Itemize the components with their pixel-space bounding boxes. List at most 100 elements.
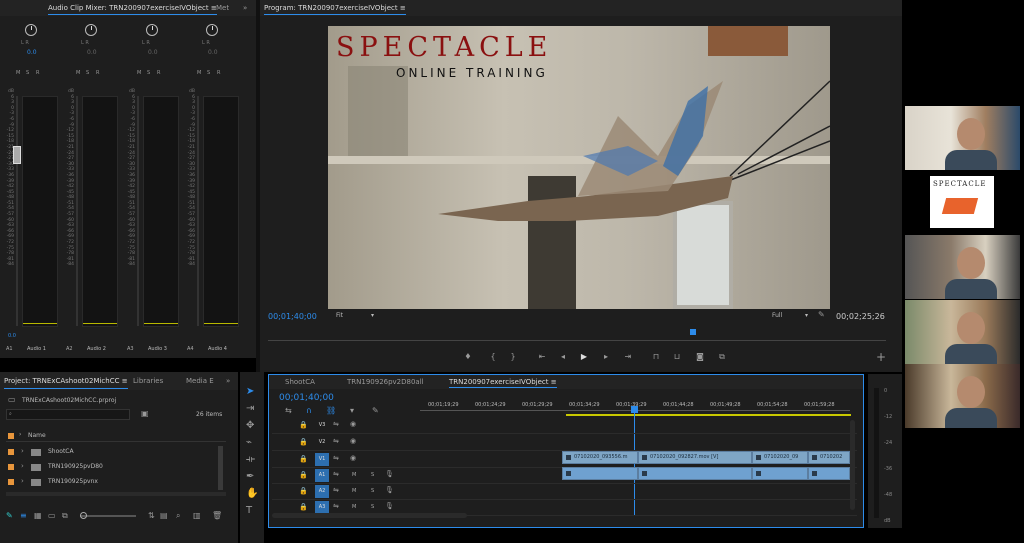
new-item-icon[interactable]: ▥ (193, 511, 201, 520)
expand-chevron-icon[interactable]: › (21, 477, 24, 485)
video-clip[interactable]: 07102020_092827.mov [V] (638, 451, 752, 464)
project-scrollbar[interactable] (6, 492, 226, 496)
solo-button[interactable]: S (371, 504, 374, 510)
pan-value[interactable]: 0.0 (208, 49, 218, 56)
webcam-tile[interactable] (905, 364, 1020, 428)
timeline-vertical-scrollbar[interactable] (850, 420, 855, 510)
sync-lock-icon[interactable]: ⇋ (333, 470, 339, 478)
track-target-label[interactable]: V3 (315, 419, 329, 432)
eye-icon[interactable]: ◉ (350, 454, 356, 462)
list-view-icon[interactable]: ≡ (20, 511, 27, 520)
eye-icon[interactable]: ◉ (350, 437, 356, 445)
pen-tool-icon[interactable]: ✒ (246, 471, 254, 482)
audio-clip[interactable] (562, 467, 638, 480)
audio-clip[interactable] (638, 467, 752, 480)
pencil-icon[interactable]: ✎ (6, 511, 13, 520)
step-forward-icon[interactable]: ▸ (600, 352, 612, 361)
microphone-icon[interactable]: 🎙 (385, 502, 394, 510)
channel-msr-button[interactable]: M (16, 70, 20, 76)
project-bin-row[interactable]: › ShootCA (6, 446, 226, 459)
sync-lock-icon[interactable]: ⇋ (333, 502, 339, 510)
sync-lock-icon[interactable]: ⇋ (333, 420, 339, 428)
extract-icon[interactable]: ⊔ (671, 352, 683, 361)
zoom-slider[interactable] (80, 515, 136, 517)
project-bin-row[interactable]: › TRN190925pvnx (6, 476, 226, 489)
track-target-label[interactable]: V2 (315, 436, 329, 449)
delete-icon[interactable]: 🗑 (212, 511, 222, 520)
mute-button[interactable]: M (352, 488, 356, 494)
add-button[interactable]: + (876, 350, 886, 364)
project-search-input[interactable]: ⌕ (6, 409, 130, 420)
pan-knob-icon[interactable] (146, 24, 158, 36)
timeline-horizontal-scrollbar[interactable] (272, 513, 467, 518)
icon-view-icon[interactable]: ▦ (34, 511, 42, 520)
linked-selection-icon[interactable]: ⛓ (326, 406, 336, 415)
tab-sequence-shootca[interactable]: ShootCA (285, 375, 315, 389)
microphone-icon[interactable]: 🎙 (385, 486, 394, 494)
audio-clip[interactable] (752, 467, 808, 480)
channel-msr-button[interactable]: R (157, 70, 160, 76)
ripple-edit-tool-icon[interactable]: ✥ (246, 420, 254, 431)
program-scrub-bar[interactable] (268, 329, 886, 342)
go-to-in-icon[interactable]: ⇤ (536, 352, 548, 361)
audio-clip[interactable] (808, 467, 850, 480)
webcam-tile[interactable] (905, 300, 1020, 364)
channel-msr-button[interactable]: S (86, 70, 89, 76)
step-back-icon[interactable]: ◂ (557, 352, 569, 361)
wrench-icon[interactable]: ✎ (818, 310, 825, 319)
program-timecode[interactable]: 00;01;40;00 (268, 312, 317, 321)
tab-meters[interactable]: Met (216, 0, 229, 16)
mute-button[interactable]: M (352, 504, 356, 510)
go-to-out-icon[interactable]: ⇥ (622, 352, 634, 361)
panel-overflow-button[interactable]: » (226, 372, 230, 390)
tab-sequence-trn190926[interactable]: TRN190926pv2D80all (347, 375, 424, 389)
tab-sequence-trn200907[interactable]: TRN200907exerciseIVObject ≡ (449, 375, 557, 389)
pan-value[interactable]: 0.0 (27, 49, 37, 56)
track-select-tool-icon[interactable]: ⇥ (246, 403, 254, 414)
video-clip[interactable]: 0710202 (808, 451, 850, 464)
channel-msr-button[interactable]: S (26, 70, 29, 76)
pan-value[interactable]: 0.0 (87, 49, 97, 56)
compare-icon[interactable]: ⧉ (716, 352, 728, 362)
sync-lock-icon[interactable]: ⇋ (333, 486, 339, 494)
type-tool-icon[interactable]: T (246, 505, 252, 516)
pan-value[interactable]: 0.0 (148, 49, 158, 56)
track-lock-icon[interactable]: 🔒 (299, 421, 308, 429)
hand-tool-icon[interactable]: ✋ (246, 488, 258, 499)
work-area-bar[interactable] (566, 414, 851, 416)
lift-icon[interactable]: ⊓ (650, 352, 662, 361)
channel-msr-button[interactable]: R (217, 70, 220, 76)
sync-lock-icon[interactable]: ⇋ (333, 437, 339, 445)
track-lock-icon[interactable]: 🔒 (299, 487, 308, 495)
track-lock-icon[interactable]: 🔒 (299, 455, 308, 463)
webcam-tile[interactable]: SPECTACLE (905, 170, 1020, 234)
volume-fader-handle[interactable] (13, 146, 21, 164)
microphone-icon[interactable]: 🎙 (385, 470, 394, 478)
sync-lock-icon[interactable]: ⇋ (333, 454, 339, 462)
nest-icon[interactable]: ⇆ (285, 406, 292, 415)
pan-knob-icon[interactable] (206, 24, 218, 36)
track-lock-icon[interactable]: 🔒 (299, 471, 308, 479)
sort-icon[interactable]: ⇅ (148, 511, 155, 520)
in-point-icon[interactable]: { (487, 352, 499, 361)
channel-msr-button[interactable]: M (76, 70, 80, 76)
snap-icon[interactable]: ∩ (306, 406, 312, 415)
razor-tool-icon[interactable]: ⌁ (246, 437, 252, 448)
pan-knob-icon[interactable] (85, 24, 97, 36)
timeline-timecode[interactable]: 00;01;40;00 (279, 393, 334, 403)
channel-msr-button[interactable]: M (137, 70, 141, 76)
track-lock-icon[interactable]: 🔒 (299, 503, 308, 511)
settings-wrench-icon[interactable]: ✎ (372, 406, 379, 415)
solo-button[interactable]: S (371, 488, 374, 494)
track-lock-icon[interactable]: 🔒 (299, 438, 308, 446)
solo-button[interactable]: S (371, 472, 374, 478)
slip-tool-icon[interactable]: ⟛ (246, 454, 255, 465)
tab-program-monitor[interactable]: Program: TRN200907exerciseIVObject ≡ (264, 0, 406, 16)
project-bin-row[interactable]: › TRN190925pvD80 (6, 461, 226, 474)
channel-msr-button[interactable]: M (197, 70, 201, 76)
video-clip[interactable]: 07102020_093556.m (562, 451, 638, 464)
webcam-tile[interactable] (905, 106, 1020, 170)
play-icon[interactable]: ▶ (578, 352, 590, 361)
program-video-frame[interactable]: SPECTACLE ONLINE TRAINING (328, 26, 830, 309)
tab-project[interactable]: Project: TRNExCAshoot02MichCC ≡ (4, 372, 128, 390)
